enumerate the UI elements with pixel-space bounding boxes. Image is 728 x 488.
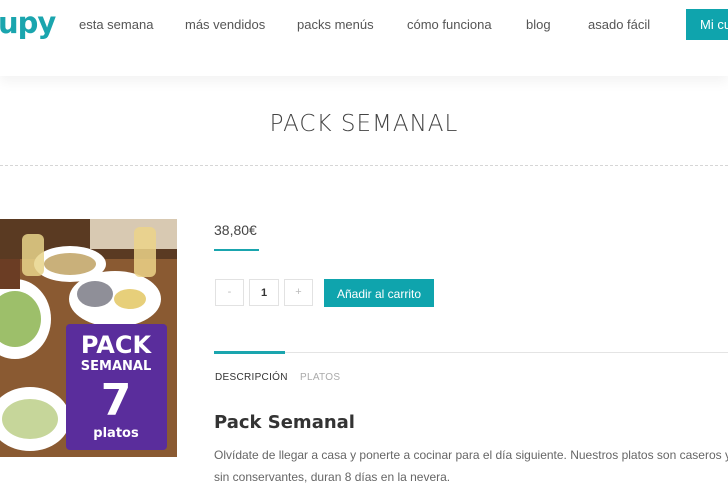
- product-image[interactable]: PACK SEMANAL 7 platos: [0, 219, 177, 457]
- description-heading: Pack Semanal: [214, 412, 355, 433]
- nav-mas-vendidos[interactable]: más vendidos: [185, 17, 265, 32]
- quantity-input[interactable]: [249, 279, 279, 306]
- badge-semanal-text: SEMANAL: [81, 359, 151, 374]
- nav-asado-facil[interactable]: asado fácil: [588, 17, 650, 32]
- product-photo: PACK SEMANAL 7 platos: [0, 219, 177, 457]
- tabs-divider: [214, 352, 728, 353]
- price-underline: [214, 249, 259, 251]
- site-header: upy esta semana más vendidos packs menús…: [0, 0, 728, 76]
- badge-platos-text: platos: [93, 426, 139, 441]
- active-tab-indicator: [214, 351, 285, 354]
- quantity-decrease-button[interactable]: -: [215, 279, 244, 306]
- nav-blog[interactable]: blog: [526, 17, 551, 32]
- page-title: PACK SEMANAL: [269, 111, 459, 137]
- nav-esta-semana[interactable]: esta semana: [79, 17, 153, 32]
- badge-pack-text: PACK: [81, 331, 153, 359]
- description-text: Olvídate de llegar a casa y ponerte a co…: [214, 448, 728, 484]
- tab-descripcion[interactable]: DESCRIPCIÓN: [215, 372, 288, 383]
- my-account-button[interactable]: Mi cu: [686, 9, 728, 40]
- tab-platos[interactable]: PLATOS: [300, 372, 340, 383]
- nav-packs-menus[interactable]: packs menús: [297, 17, 374, 32]
- badge-number-text: 7: [101, 375, 132, 426]
- title-divider: [0, 165, 728, 166]
- add-to-cart-button[interactable]: Añadir al carrito: [324, 279, 434, 307]
- quantity-increase-button[interactable]: +: [284, 279, 313, 306]
- product-price: 38,80€: [214, 222, 257, 238]
- site-logo[interactable]: upy: [0, 6, 56, 40]
- nav-como-funciona[interactable]: cómo funciona: [407, 17, 492, 32]
